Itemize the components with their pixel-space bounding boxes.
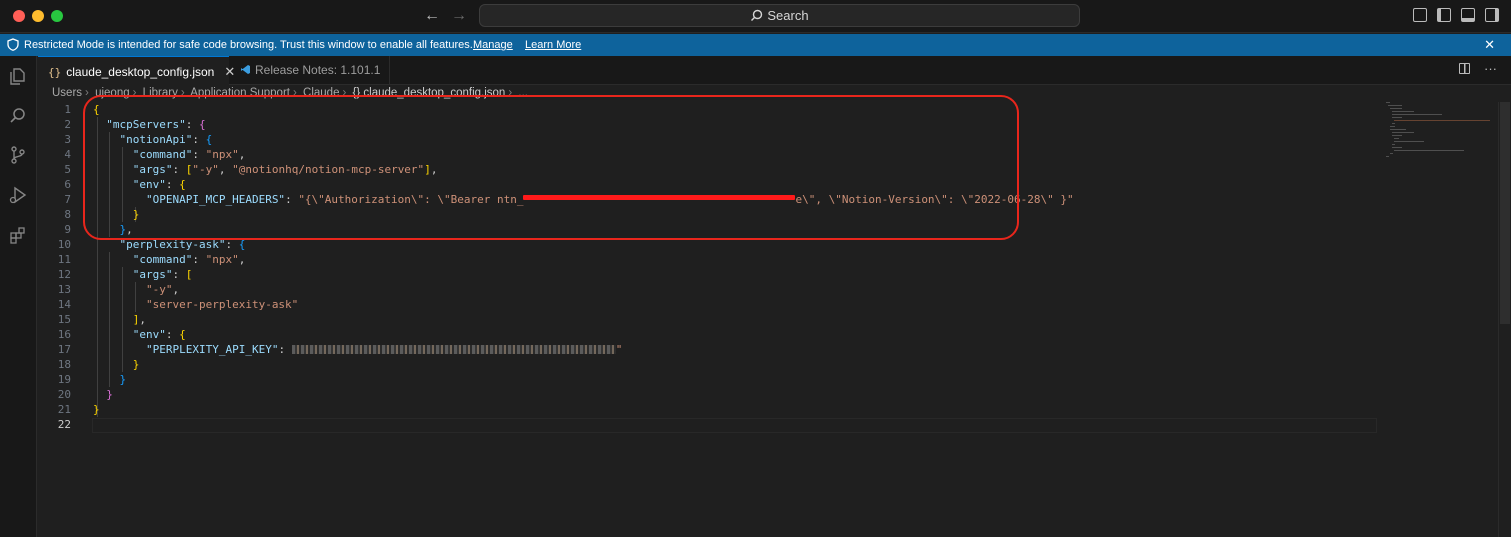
line-number: 13 xyxy=(57,283,71,296)
command-center-search[interactable]: Search xyxy=(479,4,1080,27)
line-number: 16 xyxy=(57,328,71,341)
restricted-mode-banner: Restricted Mode is intended for safe cod… xyxy=(0,34,1511,56)
line-number: 22 xyxy=(57,418,71,431)
json-file-icon: {} xyxy=(48,66,62,79)
line-number: 8 xyxy=(64,208,71,221)
tab-label: Release Notes: 1.101.1 xyxy=(255,63,381,77)
minimap[interactable] xyxy=(1384,100,1496,160)
line-number: 15 xyxy=(57,313,71,326)
line-number: 4 xyxy=(64,148,71,161)
activity-bar xyxy=(0,56,37,537)
pixelated-api-key-mark xyxy=(291,345,616,354)
arrow-left-icon[interactable]: ← xyxy=(424,6,440,26)
line-number: 7 xyxy=(64,193,71,206)
vscode-file-icon xyxy=(241,65,250,74)
line-number: 14 xyxy=(57,298,71,311)
line-number: 12 xyxy=(57,268,71,281)
search-label: Search xyxy=(767,8,809,23)
toggle-panel-icon[interactable] xyxy=(1461,8,1475,22)
maximize-window-button[interactable] xyxy=(51,10,63,22)
line-number: 17 xyxy=(57,343,71,356)
current-line-highlight xyxy=(92,418,1377,433)
vertical-scrollbar-thumb[interactable] xyxy=(1500,102,1510,324)
tab-claude-desktop-config[interactable]: {} claude_desktop_config.json ✕ xyxy=(38,56,235,85)
search-icon[interactable] xyxy=(8,106,28,126)
layout-controls xyxy=(1413,8,1499,22)
line-number: 2 xyxy=(64,118,71,131)
line-number: 5 xyxy=(64,163,71,176)
line-number: 19 xyxy=(57,373,71,386)
line-number: 9 xyxy=(64,223,71,236)
line-number: 3 xyxy=(64,133,71,146)
line-number: 1 xyxy=(64,103,71,116)
close-window-button[interactable] xyxy=(13,10,25,22)
more-actions-icon[interactable]: ··· xyxy=(1484,62,1497,75)
toggle-primary-sidebar-icon[interactable] xyxy=(1437,8,1451,22)
tab-release-notes[interactable]: Release Notes: 1.101.1 xyxy=(230,56,390,85)
extensions-icon[interactable] xyxy=(8,226,28,246)
toggle-secondary-sidebar-icon[interactable] xyxy=(1485,8,1499,22)
run-debug-icon[interactable] xyxy=(8,185,28,205)
line-number: 10 xyxy=(57,238,71,251)
line-number: 11 xyxy=(57,253,71,266)
annotation-highlight-box xyxy=(83,95,1019,240)
title-bar: ← → Search xyxy=(0,0,1511,33)
split-editor-icon[interactable] xyxy=(1459,63,1470,74)
shield-icon xyxy=(7,38,19,51)
editor-tabs: {} claude_desktop_config.json ✕ Release No… xyxy=(38,56,1511,85)
explorer-icon[interactable] xyxy=(8,66,28,86)
customize-layout-icon[interactable] xyxy=(1413,8,1427,22)
source-control-icon[interactable] xyxy=(8,145,28,165)
close-icon[interactable]: ✕ xyxy=(1484,34,1495,56)
manage-link[interactable]: Manage xyxy=(473,34,513,56)
line-number: 20 xyxy=(57,388,71,401)
line-number: 6 xyxy=(64,178,71,191)
arrow-right-icon[interactable]: → xyxy=(451,6,467,26)
line-number: 18 xyxy=(57,358,71,371)
breadcrumb-item[interactable]: Users xyxy=(52,87,82,99)
minimize-window-button[interactable] xyxy=(32,10,44,22)
tab-label: claude_desktop_config.json xyxy=(66,65,215,79)
editor-actions: ··· xyxy=(1459,62,1497,75)
banner-message: Restricted Mode is intended for safe cod… xyxy=(24,39,473,51)
learn-more-link[interactable]: Learn More xyxy=(525,34,581,56)
line-number: 21 xyxy=(57,403,71,416)
search-icon xyxy=(751,9,763,21)
